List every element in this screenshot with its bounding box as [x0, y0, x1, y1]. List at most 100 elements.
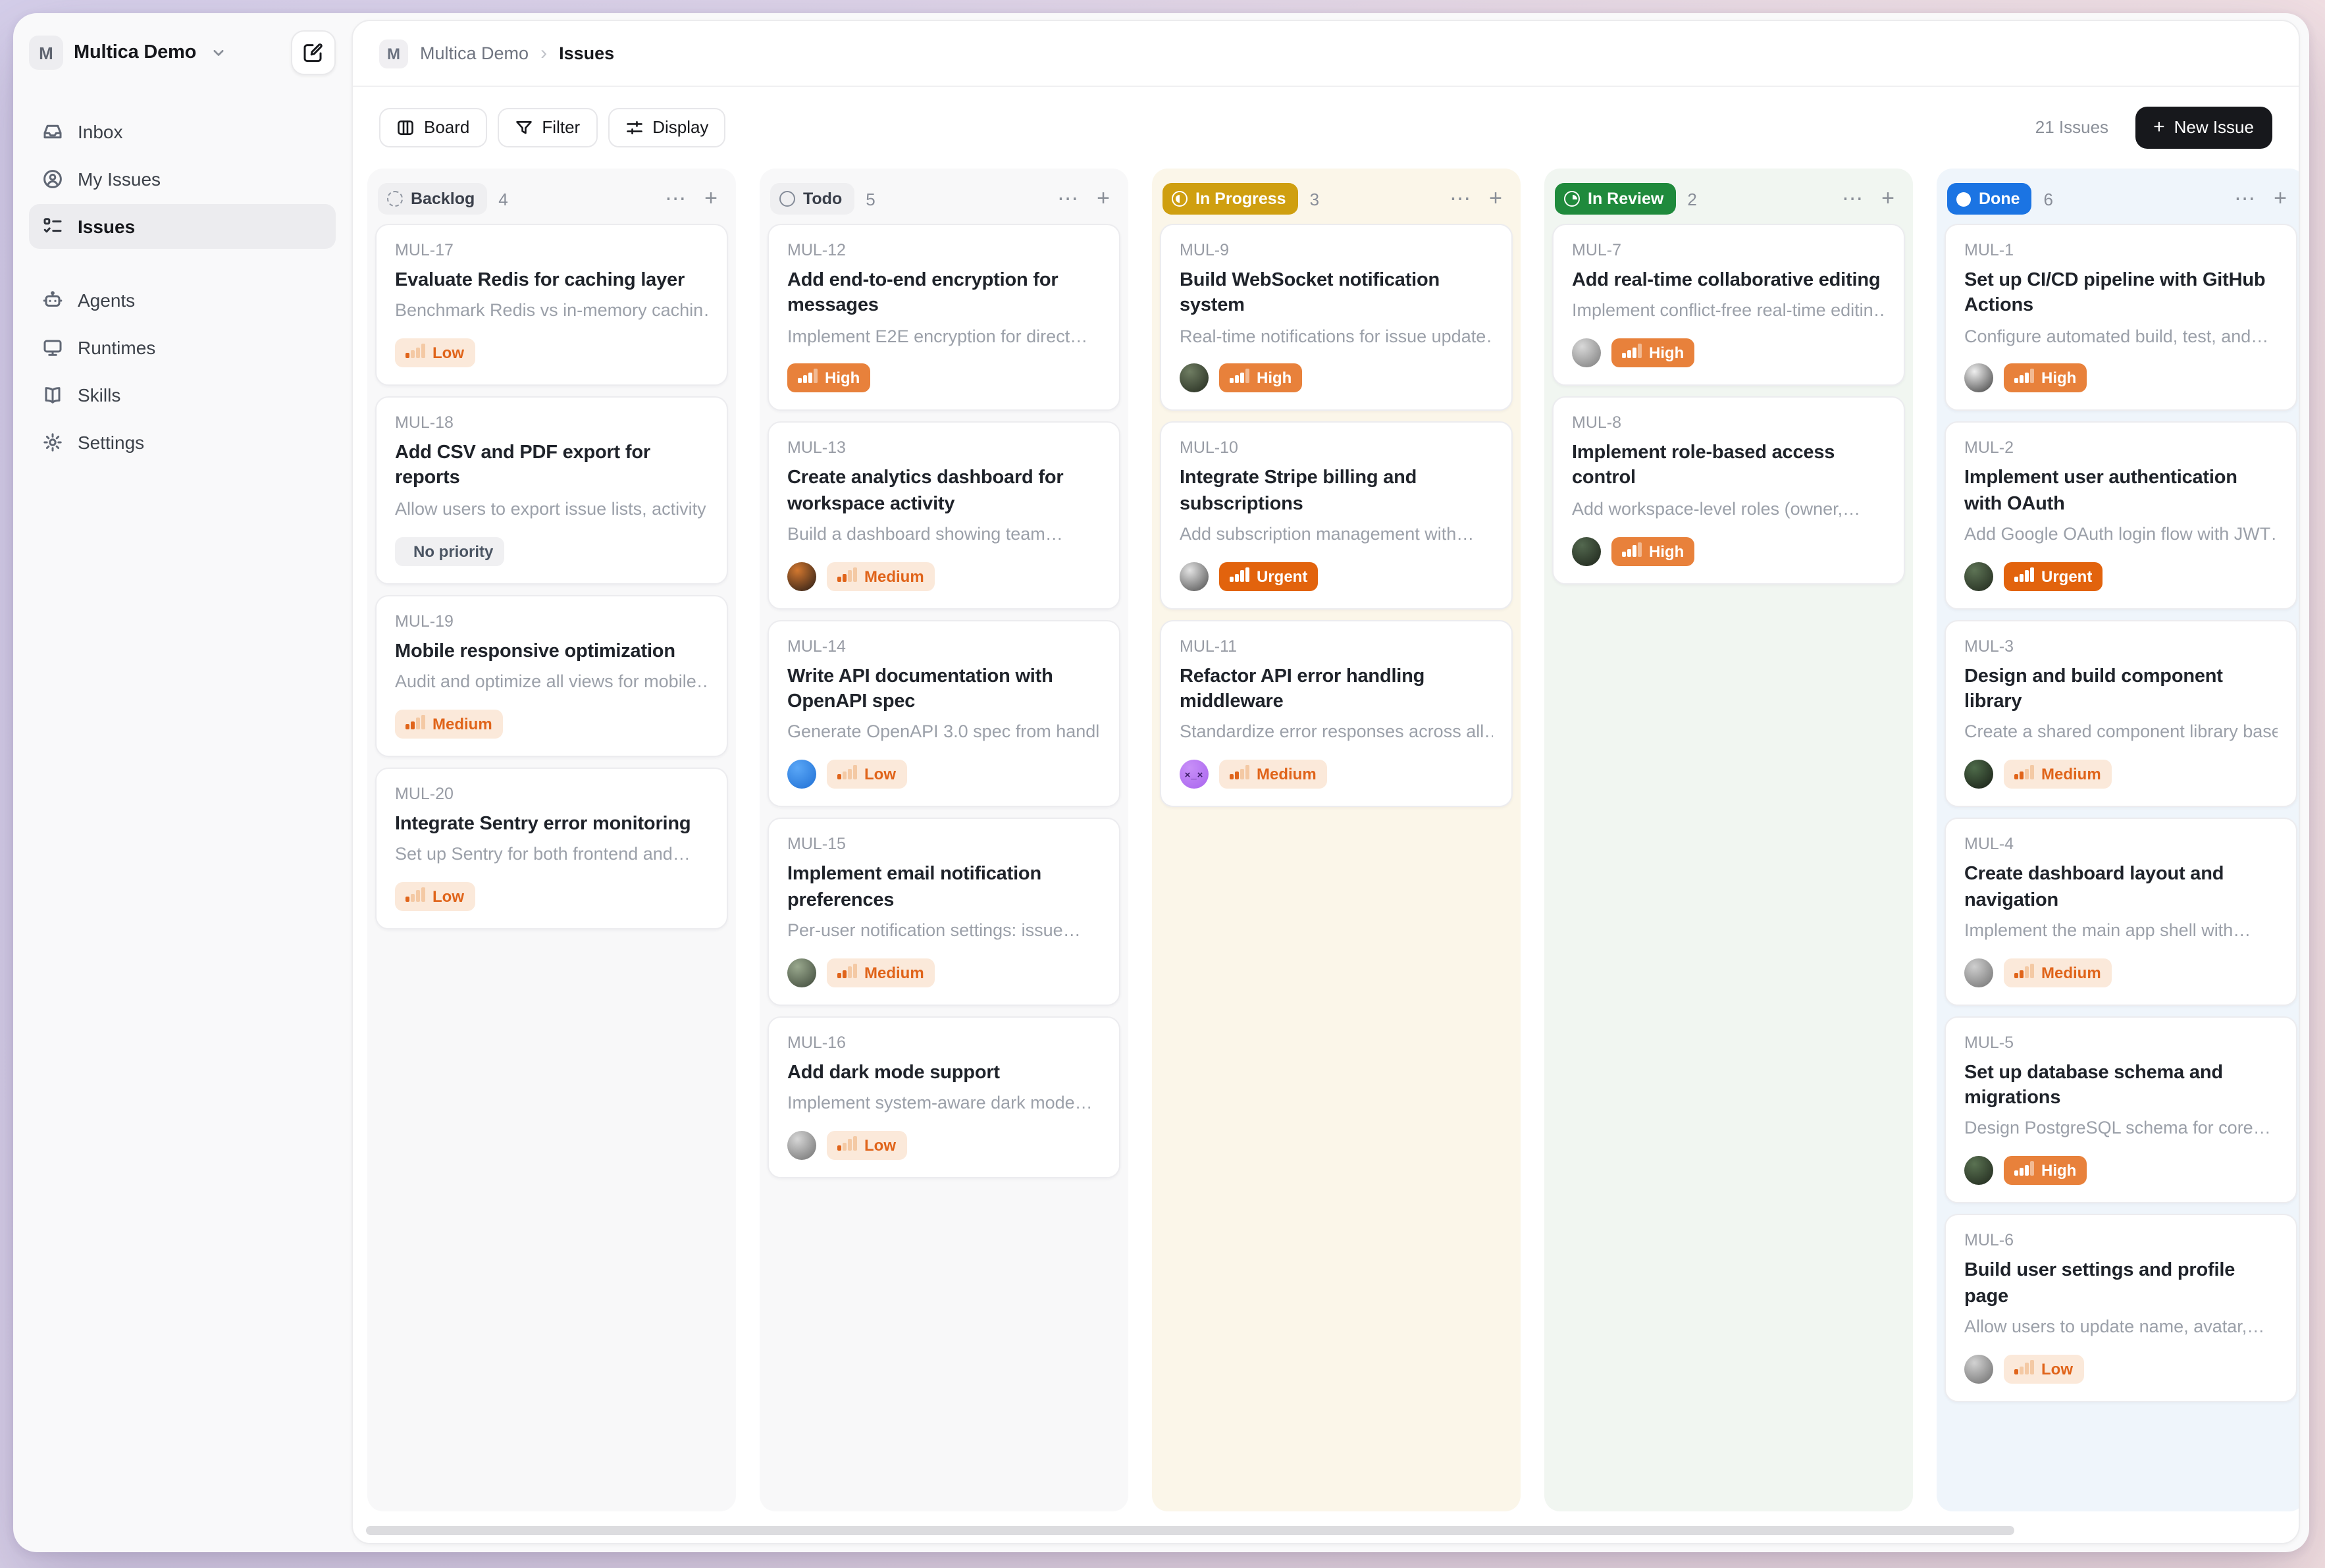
column-cards: MUL-12 Add end-to-end encryption for mes… — [768, 221, 1120, 1178]
issue-id: MUL-20 — [395, 785, 708, 803]
issue-card[interactable]: MUL-18 Add CSV and PDF export for report… — [375, 396, 728, 584]
issue-title: Create dashboard layout and navigation — [1964, 863, 2278, 914]
issue-description: Generate OpenAPI 3.0 spec from handl… — [787, 721, 1101, 746]
issue-card[interactable]: MUL-1 Set up CI/CD pipeline with GitHub … — [1945, 224, 2297, 411]
column-add-button[interactable]: + — [1486, 186, 1505, 212]
board-view-button[interactable]: Board — [379, 107, 486, 147]
issue-card[interactable]: MUL-20 Integrate Sentry error monitoring… — [375, 768, 728, 929]
sidebar-item-agents[interactable]: Agents — [29, 278, 336, 323]
issue-title: Integrate Stripe billing and subscriptio… — [1180, 467, 1493, 517]
issue-id: MUL-7 — [1572, 241, 1885, 259]
issue-card[interactable]: MUL-13 Create analytics dashboard for wo… — [768, 422, 1120, 610]
issue-description: Allow users to update name, avatar,… — [1964, 1315, 2278, 1340]
issue-card[interactable]: MUL-17 Evaluate Redis for caching layer … — [375, 224, 728, 386]
column-add-button[interactable]: + — [1094, 186, 1112, 212]
priority-icon — [837, 1136, 856, 1155]
issue-card-footer: Low — [787, 760, 1101, 789]
column-menu-button[interactable]: ⋯ — [1839, 186, 1867, 212]
column-menu-button[interactable]: ⋯ — [1055, 186, 1082, 212]
column-add-button[interactable]: + — [2271, 186, 2289, 212]
issue-card[interactable]: MUL-12 Add end-to-end encryption for mes… — [768, 224, 1120, 411]
issue-card[interactable]: MUL-10 Integrate Stripe billing and subs… — [1160, 422, 1513, 610]
issue-description: Audit and optimize all views for mobile… — [395, 670, 708, 695]
priority-badge: Low — [2004, 1354, 2083, 1383]
issue-description: Add subscription management with… — [1180, 523, 1493, 548]
priority-badge: High — [1611, 338, 1694, 367]
issue-title: Set up CI/CD pipeline with GitHub Action… — [1964, 269, 2278, 319]
sidebar-item-inbox[interactable]: Inbox — [29, 109, 336, 154]
workspace-name[interactable]: Multica Demo — [74, 42, 196, 63]
issue-card[interactable]: MUL-14 Write API documentation with Open… — [768, 620, 1120, 808]
issue-id: MUL-5 — [1964, 1033, 2278, 1052]
filter-button-label: Filter — [542, 117, 580, 137]
priority-badge: High — [2004, 364, 2087, 393]
issue-description: Per-user notification settings: issue… — [787, 919, 1101, 944]
priority-icon — [1230, 567, 1249, 586]
issue-card[interactable]: MUL-4 Create dashboard layout and naviga… — [1945, 818, 2297, 1006]
issue-card[interactable]: MUL-3 Design and build component library… — [1945, 620, 2297, 808]
inbox-icon — [42, 121, 63, 142]
skills-icon — [42, 384, 63, 405]
issue-description: Add Google OAuth login flow with JWT… — [1964, 523, 2278, 548]
sidebar-item-issues[interactable]: Issues — [29, 204, 336, 249]
issue-title: Build WebSocket notification system — [1180, 269, 1493, 319]
issue-card[interactable]: MUL-11 Refactor API error handling middl… — [1160, 620, 1513, 808]
sidebar-item-skills[interactable]: Skills — [29, 373, 336, 417]
issue-card[interactable]: MUL-6 Build user settings and profile pa… — [1945, 1215, 2297, 1402]
new-issue-button[interactable]: + New Issue — [2135, 106, 2272, 148]
priority-label: Low — [432, 344, 464, 362]
compose-icon — [303, 42, 324, 63]
new-issue-compose-button[interactable] — [291, 30, 336, 75]
status-label: Backlog — [411, 190, 475, 208]
issue-id: MUL-8 — [1572, 413, 1885, 432]
issue-title: Implement role-based access control — [1572, 441, 1885, 492]
agents-icon — [42, 290, 63, 311]
priority-label: High — [825, 369, 860, 388]
issue-card[interactable]: MUL-19 Mobile responsive optimization Au… — [375, 594, 728, 756]
status-label: In Review — [1588, 190, 1663, 208]
priority-badge: High — [1611, 536, 1694, 565]
column-menu-button[interactable]: ⋯ — [1447, 186, 1475, 212]
sidebar-item-my-issues[interactable]: My Issues — [29, 157, 336, 201]
sidebar-item-runtimes[interactable]: Runtimes — [29, 325, 336, 370]
kanban-board: Backlog 4 ⋯ + MUL-17 Evaluate Redis for … — [353, 167, 2299, 1543]
priority-icon — [2014, 1359, 2033, 1378]
issue-card[interactable]: MUL-15 Implement email notification pref… — [768, 818, 1120, 1006]
priority-label: High — [2041, 1162, 2076, 1180]
issue-count: 21 Issues — [2035, 117, 2108, 137]
issue-id: MUL-2 — [1964, 439, 2278, 457]
issue-title: Add dark mode support — [787, 1061, 1101, 1087]
issue-card-footer: Medium — [1964, 760, 2278, 789]
display-button[interactable]: Display — [608, 107, 725, 147]
issue-card[interactable]: MUL-2 Implement user authentication with… — [1945, 422, 2297, 610]
column-add-button[interactable]: + — [702, 186, 720, 212]
issue-card[interactable]: MUL-7 Add real-time collaborative editin… — [1552, 224, 1905, 386]
issue-description: Configure automated build, test, and… — [1964, 325, 2278, 350]
assignee-avatar — [1964, 1157, 1993, 1186]
chevron-down-icon[interactable] — [209, 43, 228, 62]
issue-card[interactable]: MUL-5 Set up database schema and migrati… — [1945, 1016, 2297, 1204]
issue-description: Implement the main app shell with… — [1964, 919, 2278, 944]
issue-card-footer: Medium — [787, 958, 1101, 987]
column-add-button[interactable]: + — [1879, 186, 1897, 212]
issue-card[interactable]: MUL-16 Add dark mode support Implement s… — [768, 1016, 1120, 1178]
sidebar-nav: Inbox My Issues Issues — [29, 109, 336, 465]
horizontal-scrollbar[interactable] — [366, 1526, 2014, 1535]
priority-icon — [837, 567, 856, 586]
assignee-avatar — [787, 1131, 816, 1160]
issue-card[interactable]: MUL-9 Build WebSocket notification syste… — [1160, 224, 1513, 411]
sidebar-item-settings[interactable]: Settings — [29, 420, 336, 465]
breadcrumb-workspace[interactable]: Multica Demo — [420, 43, 529, 63]
assignee-avatar — [1964, 364, 1993, 393]
assignee-avatar — [1964, 760, 1993, 789]
priority-icon — [2014, 766, 2033, 784]
assignee-avatar — [787, 562, 816, 591]
issue-card[interactable]: MUL-8 Implement role-based access contro… — [1552, 396, 1905, 584]
column-menu-button[interactable]: ⋯ — [662, 186, 690, 212]
issue-card-footer: Urgent — [1180, 562, 1493, 591]
issue-title: Add real-time collaborative editing — [1572, 269, 1885, 294]
status-icon — [779, 191, 795, 207]
issue-id: MUL-4 — [1964, 835, 2278, 854]
column-menu-button[interactable]: ⋯ — [2232, 186, 2259, 212]
filter-button[interactable]: Filter — [497, 107, 597, 147]
